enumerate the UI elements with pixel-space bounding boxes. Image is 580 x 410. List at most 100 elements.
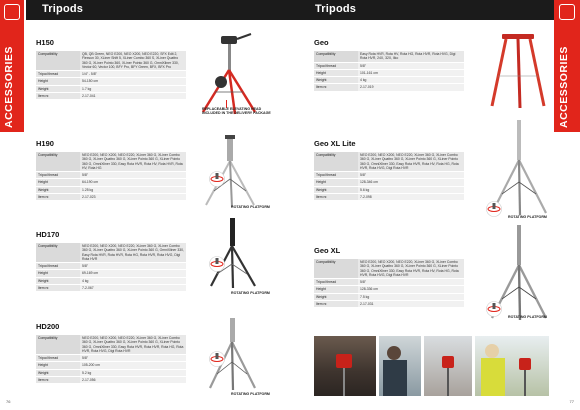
- product-name: H190: [36, 139, 54, 148]
- spec-key: Item nr.: [314, 300, 358, 309]
- spec-value: 5.2 kg: [80, 369, 186, 378]
- brand-logo-icon: [559, 4, 575, 20]
- h190-note: ROTATING PLATFORM: [231, 205, 270, 209]
- spec-key: Item nr.: [36, 376, 80, 385]
- spec-table: Compatibility QB, QB Green, NEO E200, NEO…: [36, 51, 186, 101]
- spec-key: Tripod thread: [314, 171, 358, 180]
- spec-value: 54-150 cm: [80, 77, 186, 86]
- right-page: Tripods ACCESSORIES Geo Compatibility Eas…: [290, 0, 580, 410]
- product-geo-xl: Geo XL Compatibility NEO E200, NEO X200, …: [314, 246, 464, 309]
- product-name: Geo XL Lite: [314, 139, 356, 148]
- product-hd200: HD200 Compatibility NEO E200, NEO X200, N…: [36, 322, 186, 385]
- spec-key: Tripod thread: [314, 278, 358, 287]
- product-geo: Geo Compatibility Easy Rota HVR, Rota HV,…: [314, 38, 464, 92]
- spec-value: NEO E200, NEO X200, NEO E220, XLiner 360…: [80, 335, 186, 356]
- product-name: HD200: [36, 322, 60, 331]
- spec-value: 7-2-098: [358, 193, 464, 202]
- tripod-photo-1: [314, 336, 376, 396]
- spec-key: Weight: [314, 76, 358, 85]
- accessories-side-tab: ACCESSORIES: [0, 0, 24, 132]
- brand-logo-icon: [4, 4, 20, 20]
- spec-value: 1/4" - 5/8": [80, 70, 186, 79]
- spec-key: Compatibility: [36, 243, 80, 264]
- spec-value: 2-17-056: [80, 376, 186, 385]
- geo-xl-note: ROTATING PLATFORM: [508, 315, 547, 319]
- left-page: ACCESSORIES Tripods H150 Compatibility QB…: [0, 0, 290, 410]
- spec-value: 5.6 kg: [358, 186, 464, 195]
- rotating-platform-icon: [486, 301, 502, 317]
- spec-value: 1.7 kg: [80, 85, 186, 94]
- spec-value: 5/8": [80, 262, 186, 271]
- hd170-note: ROTATING PLATFORM: [231, 291, 270, 295]
- spec-key: Compatibility: [314, 259, 358, 280]
- rotating-platform-icon: [209, 351, 225, 367]
- spec-value: 2-17-041: [80, 92, 186, 101]
- spec-key: Tripod thread: [314, 62, 358, 70]
- spec-key: Compatibility: [36, 152, 80, 173]
- spec-key: Weight: [36, 186, 80, 195]
- spec-key: Compatibility: [36, 335, 80, 356]
- spec-key: Weight: [314, 293, 358, 302]
- spec-value: 101-161 cm: [358, 69, 464, 78]
- spec-value: QB, QB Green, NEO E200, NEO X200, NEO E2…: [80, 51, 186, 72]
- spec-table: Compatibility NEO E200, NEO X200, NEO E22…: [36, 335, 186, 385]
- spec-value: NEO E200, NEO X200, NEO E220, XLiner 360…: [80, 243, 186, 264]
- spec-key: Item nr.: [314, 193, 358, 202]
- spec-value: NEO E200, NEO X200, NEO E220, XLiner 360…: [80, 152, 186, 173]
- spec-value: 2-17-031: [358, 300, 464, 309]
- product-h150: H150 Compatibility QB, QB Green, NEO E200…: [36, 38, 186, 101]
- spec-key: Item nr.: [36, 92, 80, 101]
- spec-value: 4 kg: [358, 76, 464, 85]
- spec-value: 7-2-067: [80, 284, 186, 293]
- spec-key: Tripod thread: [36, 171, 80, 180]
- spec-value: 5/8": [358, 278, 464, 287]
- spec-value: 2-17-019: [358, 83, 464, 92]
- geo-tripod-image: [490, 34, 546, 108]
- h150-note: REPLACEABLE ELEVATING HEAD INCLUDED IN T…: [202, 107, 271, 116]
- spec-key: Height: [36, 178, 80, 187]
- page-number: 77: [569, 399, 574, 404]
- product-name: HD170: [36, 230, 60, 239]
- spec-value: 1.25 kg: [80, 186, 186, 195]
- spec-key: Weight: [36, 85, 80, 94]
- page-title: Tripods: [42, 3, 84, 15]
- spec-key: Tripod thread: [36, 70, 80, 79]
- spec-value: 5/8": [358, 62, 464, 70]
- rotating-platform-icon: [486, 201, 502, 217]
- spec-key: Compatibility: [36, 51, 80, 72]
- spec-key: Weight: [36, 369, 80, 378]
- spec-key: Item nr.: [36, 193, 80, 202]
- page-title: Tripods: [315, 3, 357, 15]
- side-tab-label: ACCESSORIES: [558, 46, 570, 128]
- spec-key: Height: [314, 285, 358, 294]
- geo-xl-lite-note: ROTATING PLATFORM: [508, 215, 547, 219]
- spec-key: Weight: [314, 186, 358, 195]
- page-number: 76: [6, 399, 11, 404]
- product-name: Geo: [314, 38, 329, 47]
- spec-value: 2-17-023: [80, 193, 186, 202]
- spec-key: Compatibility: [314, 152, 358, 173]
- spec-key: Tripod thread: [36, 262, 80, 271]
- spec-key: Height: [314, 69, 358, 78]
- product-name: H150: [36, 38, 54, 47]
- spec-key: Height: [36, 269, 80, 278]
- spec-key: Item nr.: [36, 284, 80, 293]
- spec-key: Height: [314, 178, 358, 187]
- spec-value: 128-346 cm: [358, 178, 464, 187]
- product-h190: H190 Compatibility NEO E200, NEO X200, NE…: [36, 139, 186, 202]
- spec-value: 64-190 cm: [80, 178, 186, 187]
- tripod-photo-3: [424, 336, 472, 396]
- spec-value: Easy Rota HVR, Rota HV, Rota HG, Rota HV…: [358, 51, 464, 63]
- spec-value: 69-169 cm: [80, 269, 186, 278]
- spec-key: Height: [36, 361, 80, 370]
- spec-key: Weight: [36, 277, 80, 286]
- hd200-note: ROTATING PLATFORM: [231, 392, 270, 396]
- product-hd170: HD170 Compatibility NEO E200, NEO X200, N…: [36, 230, 186, 293]
- spec-table: Compatibility NEO E200, NEO X200, NEO E22…: [314, 259, 464, 309]
- spec-value: 5/8": [358, 171, 464, 180]
- spec-key: Item nr.: [314, 83, 358, 92]
- header-bar: Tripods: [290, 0, 554, 20]
- spec-value: 5/8": [80, 171, 186, 180]
- spec-value: NEO E200, NEO X200, NEO E220, XLiner 360…: [358, 259, 464, 280]
- spec-value: 5/8": [80, 354, 186, 363]
